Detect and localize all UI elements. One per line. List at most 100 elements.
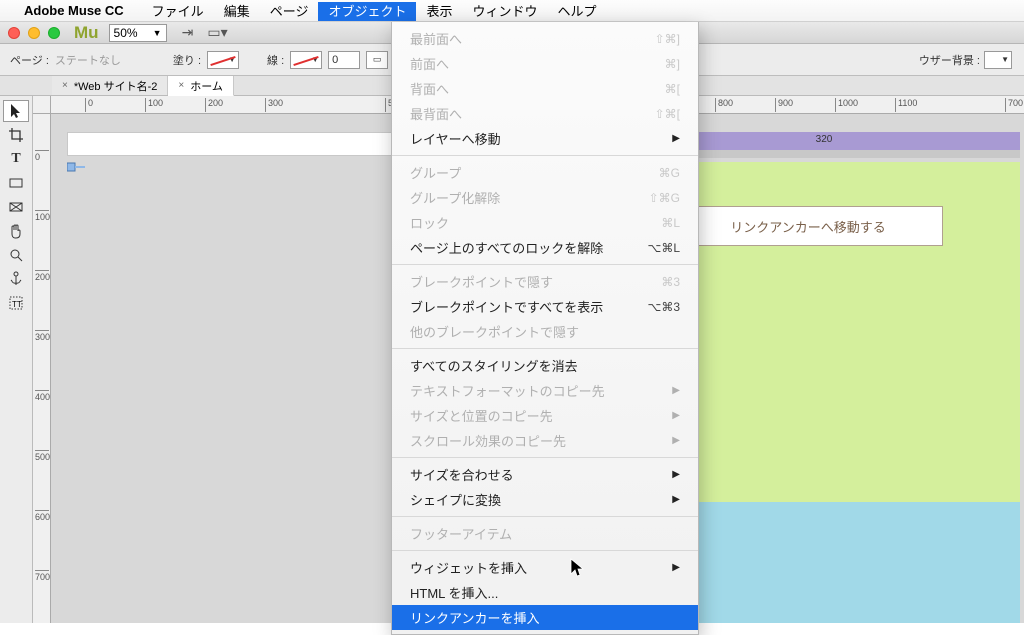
ruler-tick: 900: [775, 98, 793, 112]
menu-separator: [392, 155, 698, 156]
menu-item-グループ化解除: グループ化解除⇧⌘G: [392, 185, 698, 210]
text-tool[interactable]: T: [3, 148, 29, 170]
rectangle-tool[interactable]: [3, 172, 29, 194]
crop-tool[interactable]: [3, 124, 29, 146]
chevron-down-icon: ▼: [153, 28, 162, 38]
tab-label: *Web サイト名-2: [74, 78, 158, 94]
browser-bg-swatch[interactable]: ▼: [984, 51, 1012, 69]
close-icon[interactable]: ×: [178, 80, 184, 91]
chrome-icons: ⇥ ▭▾: [177, 24, 229, 42]
menu-item-スクロール効果のコピー先: スクロール効果のコピー先▶: [392, 428, 698, 453]
traffic-lights: [8, 27, 60, 39]
submenu-arrow-icon: ▶: [672, 494, 680, 505]
menu-表示[interactable]: 表示: [416, 2, 462, 21]
minimize-icon[interactable]: [28, 27, 40, 39]
ruler-tick: 200: [205, 98, 223, 112]
frame-tool[interactable]: [3, 196, 29, 218]
menu-item-サイズを合わせる[interactable]: サイズを合わせる▶: [392, 462, 698, 487]
page-label: ページ :: [10, 52, 49, 68]
tab-label: ホーム: [190, 78, 223, 94]
stroke-align[interactable]: ▭: [366, 51, 388, 69]
menu-separator: [392, 550, 698, 551]
stroke-width-input[interactable]: 0: [328, 51, 360, 69]
fill-swatch[interactable]: ▼: [207, 51, 239, 69]
ruler-tick: 700: [1005, 98, 1023, 112]
menu-ページ[interactable]: ページ: [260, 2, 319, 21]
ruler-tick: 0: [85, 98, 93, 112]
ruler-vertical: 0 100 200 300 400 500 600 700: [33, 114, 51, 623]
menu-item-リンクアンカーを挿入[interactable]: リンクアンカーを挿入: [392, 605, 698, 630]
ruler-tick: 100: [35, 210, 49, 222]
menu-item-レイヤーへ移動[interactable]: レイヤーへ移動▶: [392, 126, 698, 151]
menu-item-すべてのスタイリングを消去[interactable]: すべてのスタイリングを消去: [392, 353, 698, 378]
menu-item-ページ上のすべてのロックを解除[interactable]: ページ上のすべてのロックを解除⌥⌘L: [392, 235, 698, 260]
submenu-arrow-icon: ▶: [672, 385, 680, 396]
submenu-arrow-icon: ▶: [672, 469, 680, 480]
stroke-swatch[interactable]: ▼: [290, 51, 322, 69]
menu-item-ブレークポイントですべてを表示[interactable]: ブレークポイントですべてを表示⌥⌘3: [392, 294, 698, 319]
menu-item-グループ: グループ⌘G: [392, 160, 698, 185]
menu-separator: [392, 457, 698, 458]
ruler-tick: 300: [265, 98, 283, 112]
zoom-select[interactable]: 50% ▼: [109, 24, 167, 42]
maximize-icon[interactable]: [48, 27, 60, 39]
submenu-arrow-icon: ▶: [672, 410, 680, 421]
ruler-tick: 1100: [895, 98, 917, 112]
fill-label: 塗り :: [173, 52, 201, 68]
close-icon[interactable]: [8, 27, 20, 39]
ruler-tick: 700: [35, 570, 49, 582]
menu-item-シェイプに変換[interactable]: シェイプに変換▶: [392, 487, 698, 512]
object-menu-dropdown: 最前面へ⇧⌘]前面へ⌘]背面へ⌘[最背面へ⇧⌘[レイヤーへ移動▶グループ⌘Gグル…: [391, 22, 699, 635]
tab-home[interactable]: × ホーム: [168, 76, 234, 96]
zoom-value: 50%: [114, 26, 138, 40]
anchor-tool[interactable]: [3, 268, 29, 290]
hand-tool[interactable]: [3, 220, 29, 242]
anchor-handle-icon[interactable]: [67, 160, 87, 179]
toolbox: T TT: [0, 96, 33, 623]
svg-text:TT: TT: [12, 300, 22, 309]
menu-オブジェクト[interactable]: オブジェクト: [318, 2, 416, 21]
menu-item-最前面へ: 最前面へ⇧⌘]: [392, 26, 698, 51]
text-frame-tool[interactable]: TT: [3, 292, 29, 314]
ruler-tick: 500: [35, 450, 49, 462]
browser-bg-label: ウザー背景 :: [919, 52, 980, 68]
submenu-arrow-icon: ▶: [672, 133, 680, 144]
ruler-tick: 0: [35, 150, 49, 162]
menu-separator: [392, 264, 698, 265]
ruler-tick: 400: [35, 390, 49, 402]
selection-tool[interactable]: [3, 100, 29, 122]
menu-item-他のブレークポイントで隠す: 他のブレークポイントで隠す: [392, 319, 698, 344]
ruler-corner: [33, 96, 51, 114]
preview-icon[interactable]: ▭▾: [207, 24, 229, 42]
menu-item-ブレークポイントで隠す: ブレークポイントで隠す⌘3: [392, 269, 698, 294]
submenu-arrow-icon: ▶: [672, 435, 680, 446]
menu-item-HTML を挿入...[interactable]: HTML を挿入...: [392, 580, 698, 605]
ruler-tick: 1000: [835, 98, 858, 112]
ruler-tick: 200: [35, 270, 49, 282]
menu-ファイル[interactable]: ファイル: [142, 2, 214, 21]
breakpoint-label: 320: [816, 134, 833, 145]
ruler-tick: 800: [715, 98, 733, 112]
os-menubar: Adobe Muse CC ファイル編集ページオブジェクト表示ウィンドウヘルプ: [0, 0, 1024, 22]
menu-item-背面へ: 背面へ⌘[: [392, 76, 698, 101]
mu-logo: Mu: [74, 23, 99, 43]
menu-ウィンドウ[interactable]: ウィンドウ: [462, 2, 547, 21]
menu-item-最背面へ: 最背面へ⇧⌘[: [392, 101, 698, 126]
menu-item-ウィジェットを挿入[interactable]: ウィジェットを挿入▶: [392, 555, 698, 580]
close-icon[interactable]: ×: [62, 80, 68, 91]
menu-item-フッターアイテム: フッターアイテム: [392, 521, 698, 546]
zoom-tool[interactable]: [3, 244, 29, 266]
tab-website-2[interactable]: × *Web サイト名-2: [52, 76, 168, 95]
link-anchor-box[interactable]: リンクアンカーへ移動する: [673, 206, 943, 246]
menu-編集[interactable]: 編集: [214, 2, 260, 21]
stroke-label: 線 :: [267, 52, 284, 68]
submenu-arrow-icon: ▶: [672, 562, 680, 573]
publish-icon[interactable]: ⇥: [177, 24, 199, 42]
menu-item-テキストフォーマットのコピー先: テキストフォーマットのコピー先▶: [392, 378, 698, 403]
menu-item-サイズと位置のコピー先: サイズと位置のコピー先▶: [392, 403, 698, 428]
menu-ヘルプ[interactable]: ヘルプ: [548, 2, 607, 21]
page-state-value: ステートなし: [55, 52, 121, 68]
ruler-tick: 600: [35, 510, 49, 522]
app-name: Adobe Muse CC: [24, 3, 124, 18]
ruler-tick: 300: [35, 330, 49, 342]
